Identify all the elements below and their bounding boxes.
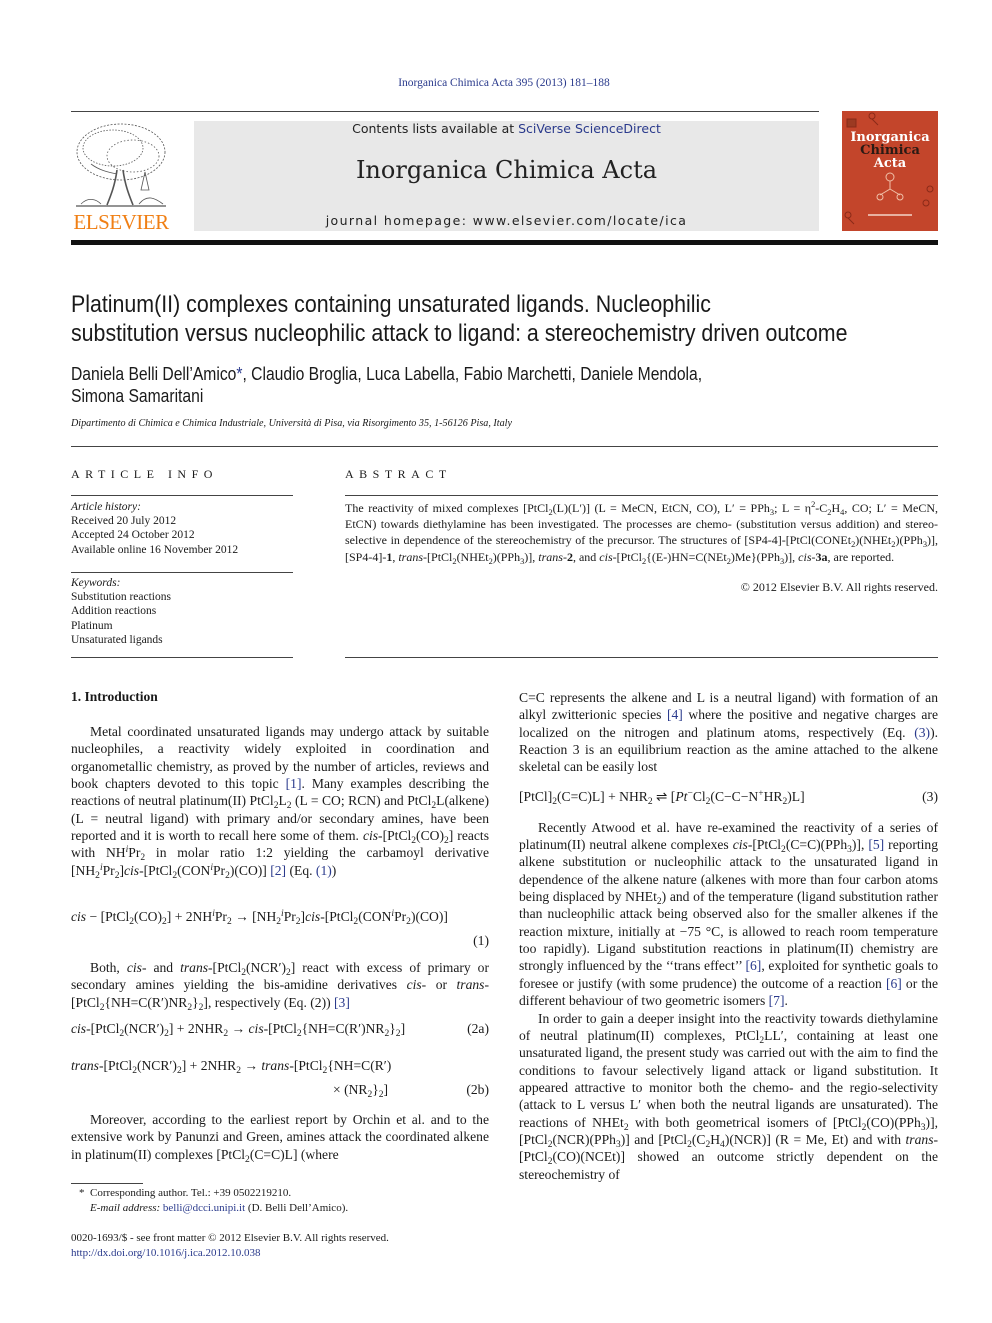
intro-paragraph: In order to gain a deeper insight into t…: [519, 1010, 939, 1182]
equation-body-continued: × (NR2}2]: [333, 1082, 389, 1100]
reference-link[interactable]: [1]: [286, 776, 302, 791]
abstract-copyright: © 2012 Elsevier B.V. All rights reserved…: [740, 580, 938, 594]
intro-paragraph: Metal coordinated unsaturated ligands ma…: [71, 724, 489, 881]
equation-2b: trans-[PtCl2(NCR′)2] + 2NHR2 → trans-[Pt…: [71, 1058, 489, 1102]
front-matter: 0020-1693/$ - see front matter © 2012 El…: [71, 1231, 489, 1260]
equation-number: (1): [473, 933, 489, 948]
intro-paragraph: C=C represents the alkene and L is a neu…: [519, 690, 938, 775]
reference-link[interactable]: [5]: [868, 837, 884, 852]
footnote-corresponding: * Corresponding author. Tel.: +39 050221…: [79, 1187, 292, 1199]
author-name[interactable]: Simona Samaritani: [71, 385, 932, 407]
reference-link[interactable]: [4]: [667, 707, 683, 722]
homepage-prefix: journal homepage:: [325, 213, 473, 228]
intro-paragraph: Recently Atwood et al. have re-examined …: [519, 819, 938, 1009]
reference-link[interactable]: [3]: [334, 995, 350, 1010]
divider: [71, 495, 293, 496]
keyword: Addition reactions: [71, 605, 157, 618]
equation-body: [PtCl]2(C=C)L] + NHR2 ⇌ [Pt−Cl2(C−C−N+HR…: [519, 789, 805, 807]
equation-body: trans-[PtCl2(NCR′)2] + 2NHR2 → trans-[Pt…: [71, 1058, 392, 1076]
footnote-rule: [71, 1183, 143, 1184]
equation-link[interactable]: (1): [316, 863, 332, 878]
cover-molecule-icon: [844, 112, 934, 225]
journal-name: Inorganica Chimica Acta: [355, 156, 658, 184]
sciencedirect-link[interactable]: SciVerse ScienceDirect: [518, 121, 661, 136]
history-label: Article history:: [71, 501, 141, 513]
divider: [71, 657, 293, 658]
equation-number: (2b): [466, 1082, 489, 1097]
header-rule: [71, 111, 819, 112]
journal-cover-thumbnail[interactable]: Inorganica Chimica Acta: [842, 111, 938, 231]
divider: [345, 657, 938, 658]
keyword: Substitution reactions: [71, 591, 171, 604]
homepage-url-link[interactable]: www.elsevier.com/locate/ica: [473, 213, 688, 228]
contents-line: Contents lists available at SciVerse Sci…: [194, 121, 819, 136]
contents-prefix: Contents lists available at: [352, 121, 519, 136]
author-name[interactable]: Daniela Belli Dell’Amico: [71, 364, 236, 384]
equation-number: (2a): [467, 1021, 489, 1036]
elsevier-wordmark[interactable]: ELSEVIER: [71, 210, 171, 235]
article-history: Article history: Received 20 July 2012 A…: [71, 500, 238, 557]
article-title: Platinum(II) complexes containing unsatu…: [71, 291, 848, 347]
email-link[interactable]: belli@dcci.unipi.it: [163, 1202, 245, 1214]
keywords-label: Keywords:: [71, 577, 121, 589]
front-matter-text: 0020-1693/$ - see front matter © 2012 El…: [71, 1232, 389, 1244]
footnote-email: E-mail address: belli@dcci.unipi.it (D. …: [90, 1201, 349, 1214]
journal-homepage: journal homepage: www.elsevier.com/locat…: [194, 213, 819, 228]
reference-link[interactable]: [6]: [886, 976, 902, 991]
history-item: Received 20 July 2012: [71, 515, 177, 528]
equation-1: cis − [PtCl2(CO)2] + 2NHiPr2 → [NH2iPr2]…: [71, 909, 489, 953]
cover-title-line2: Chimica Acta: [860, 143, 920, 171]
equation-3: [PtCl]2(C=C)L] + NHR2 ⇌ [Pt−Cl2(C−C−N+HR…: [519, 789, 938, 809]
section-heading-introduction: 1. Introduction: [71, 689, 158, 704]
reference-link[interactable]: [6]: [745, 958, 761, 973]
equation-2a: cis-[PtCl2(NCR′)2] + 2NHR2 → cis-[PtCl2{…: [71, 1021, 489, 1041]
keyword: Platinum: [71, 619, 113, 632]
equation-body: cis-[PtCl2(NCR′)2] + 2NHR2 → cis-[PtCl2{…: [71, 1021, 406, 1039]
keyword: Unsaturated ligands: [71, 633, 163, 646]
divider: [71, 446, 938, 447]
keywords: Keywords: Substitution reactions Additio…: [71, 576, 171, 647]
history-item: Available online 16 November 2012: [71, 543, 239, 556]
history-item: Accepted 24 October 2012: [71, 529, 195, 542]
divider: [345, 495, 938, 496]
author-list: Daniela Belli Dell’Amico*, Claudio Brogl…: [71, 363, 932, 407]
right-column: C=C represents the alkene and L is a neu…: [519, 689, 938, 1183]
author-names[interactable]: , Claudio Broglia, Luca Labella, Fabio M…: [242, 364, 702, 384]
affiliation: Dipartimento di Chimica e Chimica Indust…: [71, 417, 512, 429]
equation-body: cis − [PtCl2(CO)2] + 2NHiPr2 → [NH2iPr2]…: [71, 909, 448, 927]
abstract-heading: ABSTRACT: [345, 467, 452, 481]
intro-paragraph: Moreover, according to the earliest repo…: [71, 1112, 489, 1165]
header-thick-rule: [71, 240, 938, 245]
article-info-heading: ARTICLE INFO: [71, 467, 218, 481]
reference-link[interactable]: [7]: [769, 993, 785, 1008]
equation-number: (3): [922, 789, 938, 804]
doi-link[interactable]: http://dx.doi.org/10.1016/j.ica.2012.10.…: [71, 1247, 261, 1259]
intro-paragraph: Both, cis- and trans-[PtCl2(NCR′)2] reac…: [71, 960, 489, 1013]
reference-link[interactable]: [2]: [270, 863, 286, 878]
journal-citation-link[interactable]: Inorganica Chimica Acta 395 (2013) 181–1…: [0, 77, 992, 89]
divider: [71, 572, 293, 573]
equation-link[interactable]: (3): [914, 725, 930, 740]
footnotes: * Corresponding author. Tel.: +39 050221…: [71, 1186, 489, 1215]
abstract-text: The reactivity of mixed complexes [PtCl2…: [345, 500, 938, 566]
